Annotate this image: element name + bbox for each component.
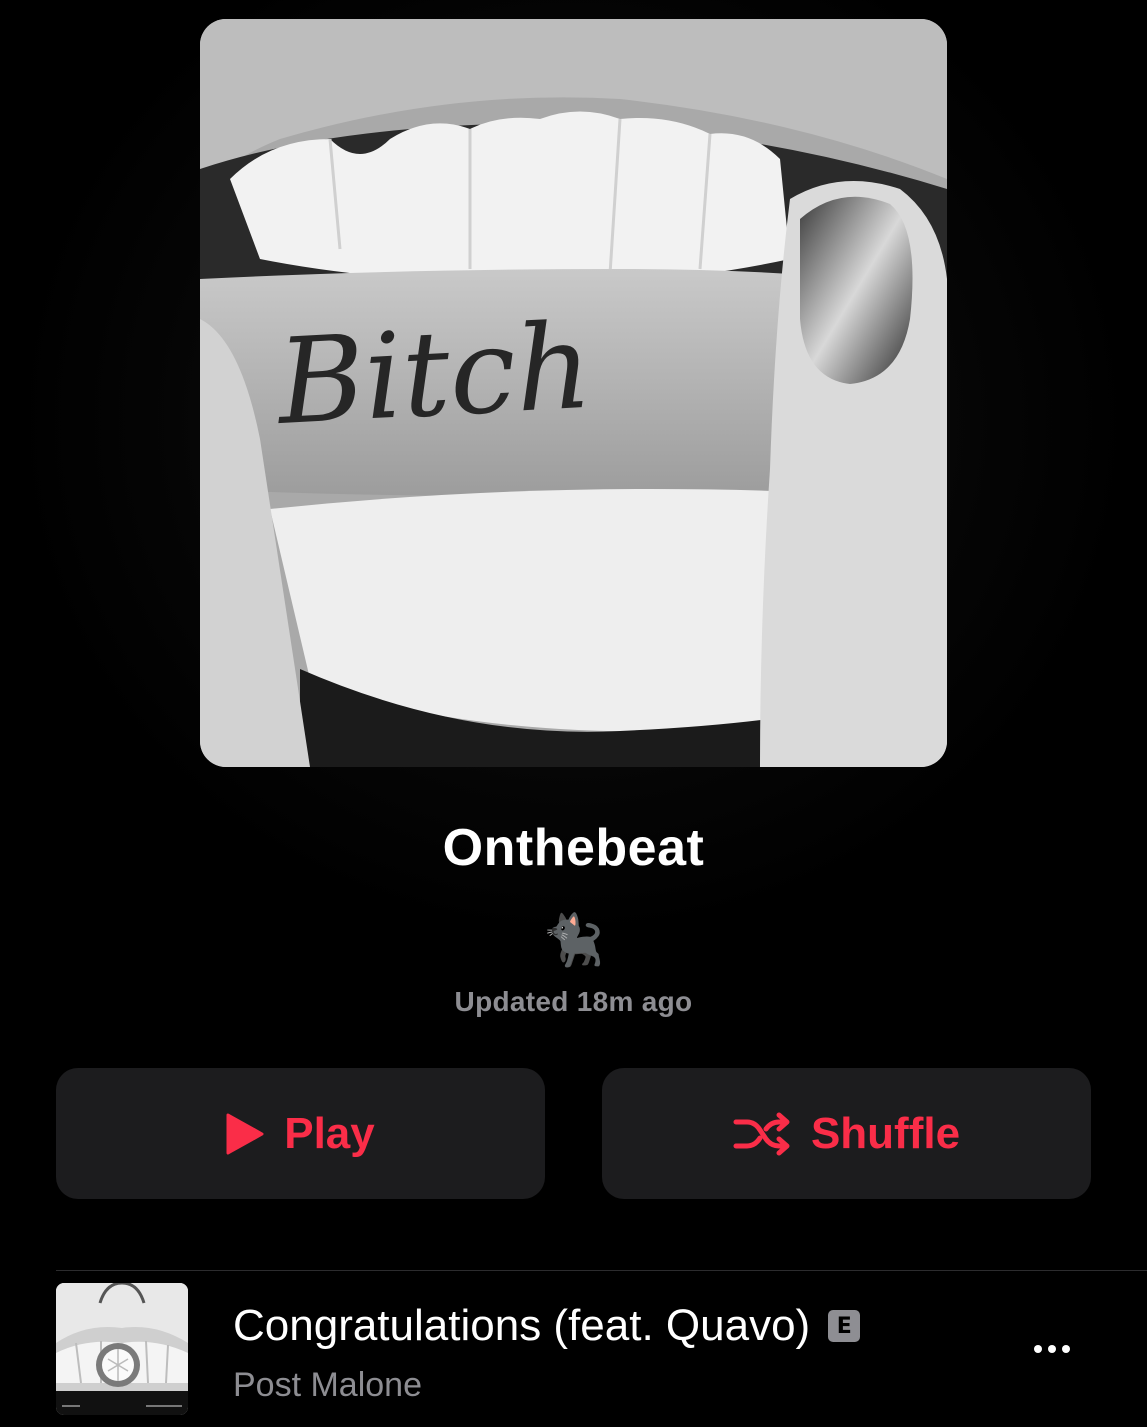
track-title-text: Congratulations (feat. Quavo) [233, 1301, 811, 1350]
playlist-artwork: Bitch [200, 19, 947, 767]
svg-text:Bitch: Bitch [272, 297, 595, 451]
play-icon [226, 1113, 264, 1155]
more-options-button[interactable] [1022, 1329, 1082, 1369]
track-title: Congratulations (feat. Quavo) E [233, 1301, 861, 1351]
shuffle-icon [733, 1112, 791, 1156]
more-icon-dot [1062, 1345, 1070, 1353]
updated-timestamp: Updated 18m ago [454, 986, 693, 1017]
playlist-description: 🐈‍⬛ [542, 911, 605, 969]
playlist-title: Onthebeat [442, 819, 705, 877]
shuffle-label: Shuffle [810, 1108, 961, 1158]
more-icon-dot [1034, 1345, 1042, 1353]
shuffle-button[interactable]: Shuffle [602, 1068, 1091, 1199]
track-artist: Post Malone [233, 1366, 422, 1404]
more-icon-dot [1048, 1345, 1056, 1353]
explicit-badge: E [828, 1310, 861, 1342]
play-button[interactable]: Play [56, 1068, 545, 1199]
track-row[interactable]: Congratulations (feat. Quavo) E Post Mal… [0, 1271, 1147, 1427]
play-label: Play [284, 1108, 375, 1158]
track-artwork [56, 1283, 188, 1415]
